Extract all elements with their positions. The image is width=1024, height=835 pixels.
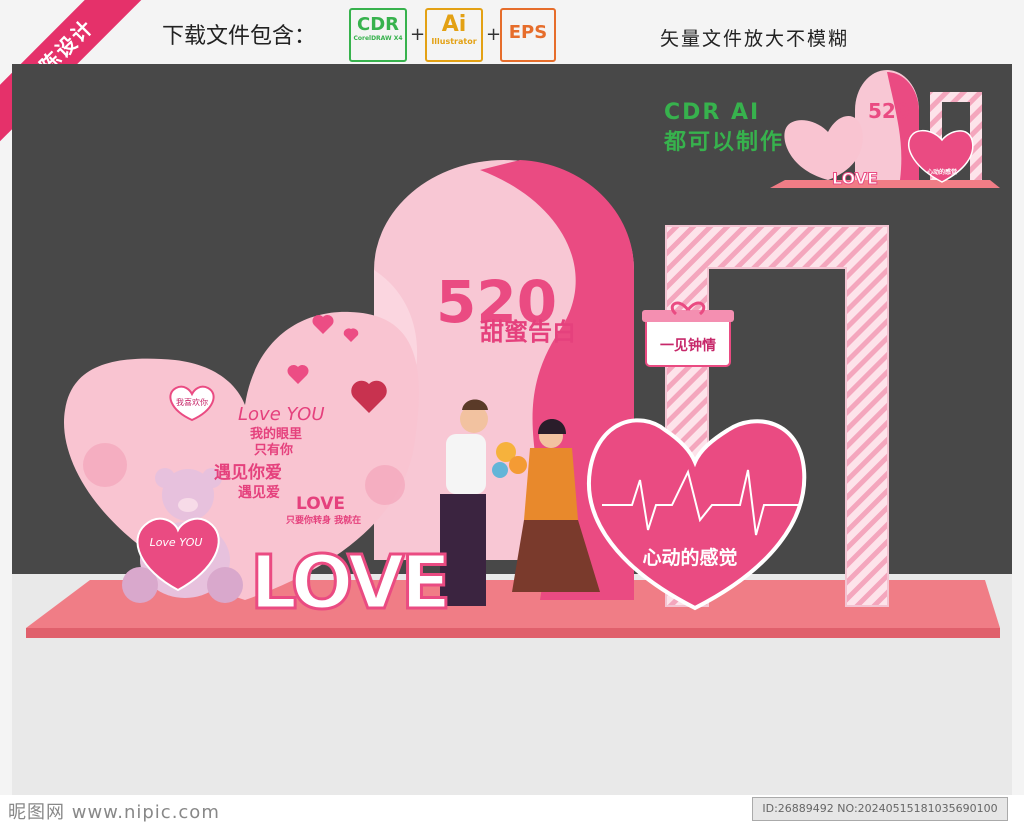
gift-sign [642,301,734,367]
love-letters-sign: LOVE [249,539,453,628]
right-heart-text: 心动的感觉 [642,546,737,569]
preview-thumbnail: 520 LOVE 心动的感觉 [770,70,1000,189]
left-heart-line1: 我的眼里 [250,426,302,442]
watermark: 昵图网 www.nipic.com [8,802,220,823]
cdr-ai-note-line2: 都可以制作 [664,130,785,155]
left-heart-badge: 我喜欢你 [176,397,208,407]
cdr-ai-note-line1: CDR AI [664,100,761,125]
left-heart-line2: 只有你 [254,442,293,458]
left-heart-love-you: Love YOU [238,404,325,425]
left-heart-line4: 遇见爱 [238,484,280,501]
stage-illustration: LOVE 我喜欢你 Love YOU 我的眼里 只有你 遇见你爱 遇见爱 LOV… [26,70,1000,638]
left-heart-love-small: LOVE [296,494,345,514]
preview-love: LOVE [832,169,878,188]
arch-title: 520 甜蜜告白 [436,268,576,346]
love-letters-text: LOVE [250,540,447,626]
arch-title-text: 甜蜜告白 [480,318,576,346]
cdr-ai-note: CDR AI 都可以制作 [664,98,784,158]
preview-number: 520 [868,99,910,123]
gift-sign-text: 一见钟情 [660,337,716,354]
id-number-box: ID:26889492 NO:20240515181035690100 [752,797,1008,821]
left-heart-line5: 只要你转身 我就在 [286,514,361,526]
left-heart-line3: 遇见你爱 [214,462,282,483]
bear-heart-text: Love YOU [150,536,203,549]
preview-heart-text: 心动的感觉 [927,168,957,176]
